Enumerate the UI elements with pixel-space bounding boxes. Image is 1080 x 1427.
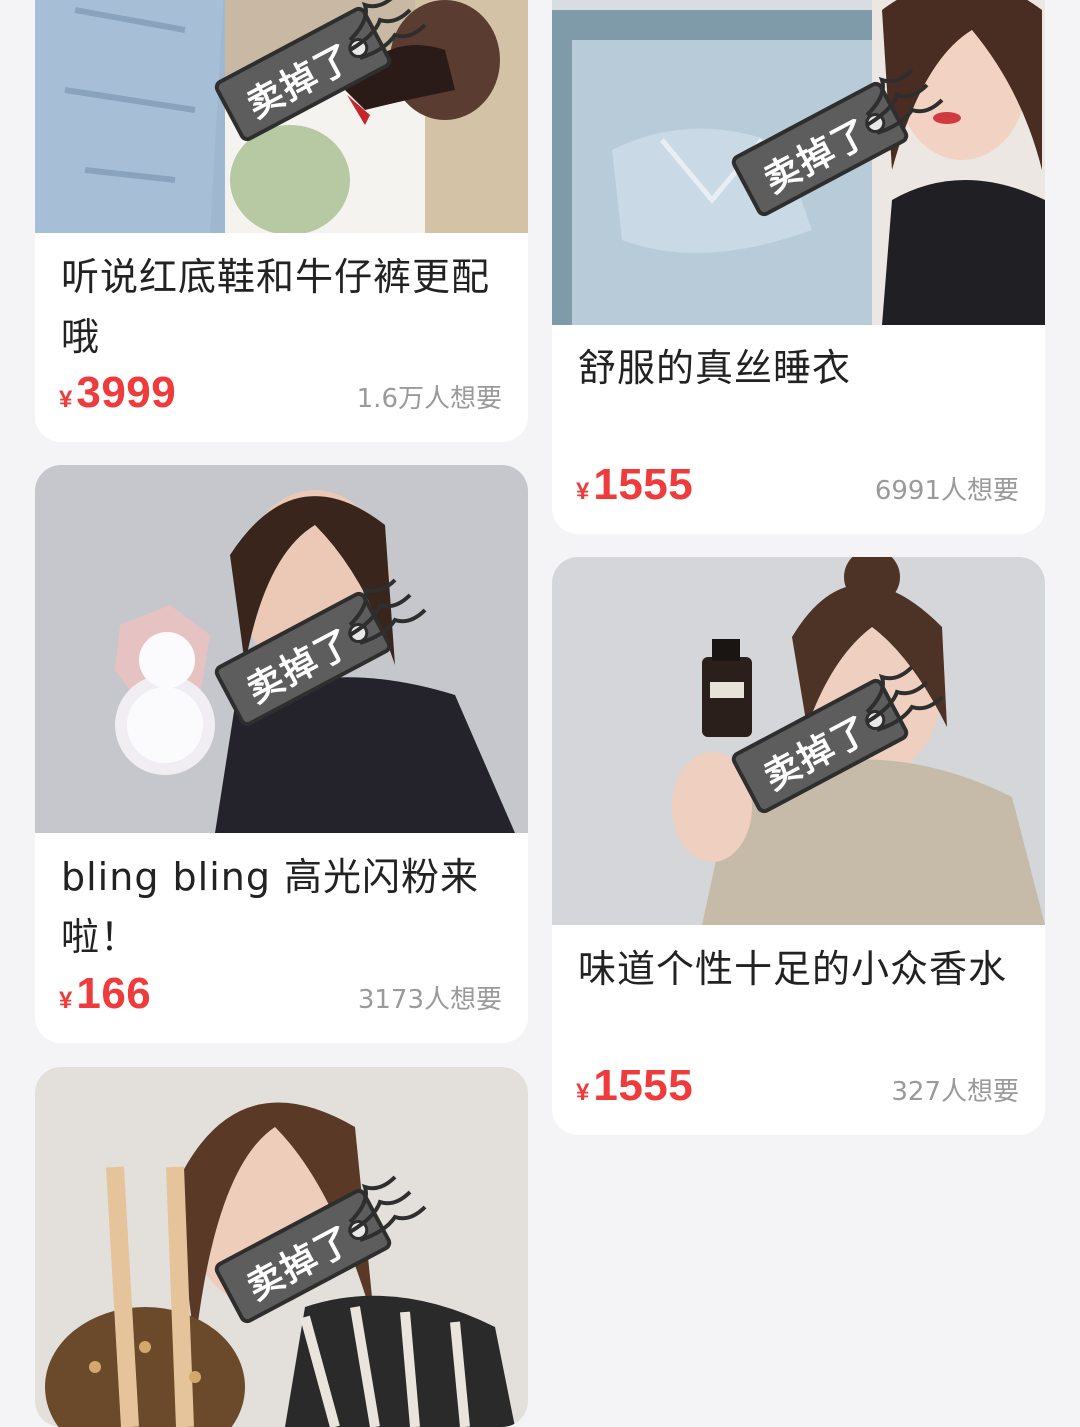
product-card[interactable]: 卖掉了: [35, 1067, 528, 1427]
wants-count: 327人想要: [891, 1077, 1019, 1107]
product-card[interactable]: 卖掉了 bling bling 高光闪粉来啦！ ¥166 3173人想要: [35, 465, 528, 1043]
sold-tag: 卖掉了: [190, 1175, 427, 1332]
sold-tag: 卖掉了: [707, 68, 944, 225]
product-card[interactable]: 卖掉了 舒服的真丝睡衣 ¥1555 6991人想要: [552, 0, 1045, 534]
product-title[interactable]: 舒服的真丝睡衣: [578, 338, 1025, 398]
sold-tag: 卖掉了: [707, 665, 944, 822]
sold-tag: 卖掉了: [190, 578, 427, 735]
product-title[interactable]: bling bling 高光闪粉来啦！: [61, 847, 508, 967]
product-card[interactable]: 卖掉了 听说红底鞋和牛仔裤更配哦 ¥3999 1.6万人想要: [35, 0, 528, 442]
wants-count: 1.6万人想要: [356, 384, 502, 414]
product-price: ¥166: [59, 969, 152, 1018]
product-price: ¥3999: [59, 368, 177, 417]
product-card[interactable]: 卖掉了 味道个性十足的小众香水 ¥1555 327人想要: [552, 557, 1045, 1135]
product-price: ¥1555: [576, 1061, 694, 1110]
product-title[interactable]: 味道个性十足的小众香水: [578, 939, 1025, 999]
product-title[interactable]: 听说红底鞋和牛仔裤更配哦: [61, 247, 508, 367]
sold-tag: 卖掉了: [190, 0, 427, 150]
wants-count: 6991人想要: [874, 476, 1019, 506]
product-price: ¥1555: [576, 460, 694, 509]
wants-count: 3173人想要: [357, 985, 502, 1015]
